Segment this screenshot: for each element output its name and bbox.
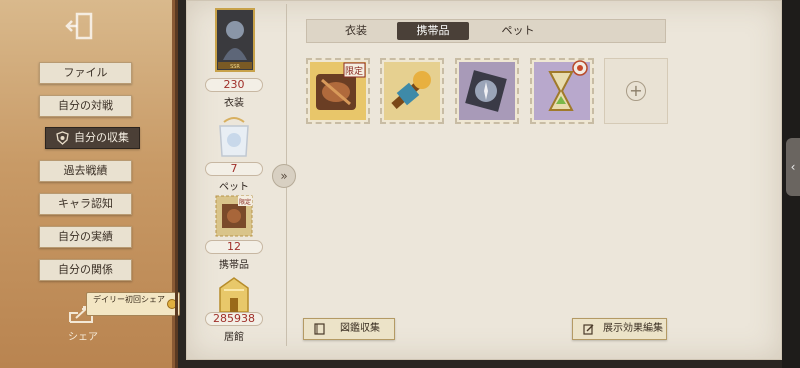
double-chevron-right-icon: » [280, 169, 288, 183]
plus-icon: + [626, 81, 646, 101]
costume-label: 衣装 [224, 98, 244, 109]
hourglass-accessory-image [534, 60, 590, 120]
edit-icon [583, 324, 594, 335]
residence-count: 285938 [205, 312, 263, 326]
sidebar-item-my-achievements[interactable]: 自分の実績 [39, 226, 132, 248]
drum-accessory-image: 限定 [310, 62, 366, 120]
item-slot-3[interactable] [455, 58, 519, 124]
carry-item-image[interactable]: 限定 [214, 194, 254, 238]
item-slot-2[interactable] [380, 58, 444, 124]
pet-image[interactable] [214, 116, 254, 160]
tab-pet[interactable]: ペット [482, 22, 554, 40]
limited-badge: 限定 [345, 65, 363, 77]
expand-arrows-button[interactable]: » [272, 164, 296, 188]
exit-icon[interactable] [63, 11, 99, 41]
lantern-accessory-image [384, 62, 440, 120]
carry-badge: 限定 [239, 198, 251, 206]
tab-costume[interactable]: 衣装 [320, 22, 392, 40]
book-icon [314, 323, 325, 335]
costume-card-caption: SSR [230, 64, 240, 70]
tab-bar: 衣装 携帯品 ペット [306, 19, 666, 43]
sidebar-item-my-relations[interactable]: 自分の関係 [39, 259, 132, 281]
add-item-slot[interactable]: + [604, 58, 668, 124]
costume-card-image[interactable]: SSR [215, 8, 255, 72]
carry-count: 12 [205, 240, 263, 254]
stats-column: SSR 230 衣装 7 ペット 限定 12 携帯品 285938 居館 [199, 6, 269, 351]
shield-icon [56, 131, 69, 145]
pet-count: 7 [205, 162, 263, 176]
daily-share-tooltip: デイリー初回シェア [86, 292, 180, 316]
sidebar-item-past-records[interactable]: 過去戦績 [39, 160, 132, 182]
carry-label: 携帯品 [219, 260, 249, 271]
side-drawer-handle[interactable]: ‹ [786, 138, 800, 196]
edit-display-effect-button[interactable]: 展示効果編集 [572, 318, 667, 340]
sidebar-item-my-matches[interactable]: 自分の対戦 [39, 95, 132, 117]
sidebar-item-character-recognition[interactable]: キャラ認知 [39, 193, 132, 215]
share-label: シェア [68, 332, 98, 343]
costume-count: 230 [205, 78, 263, 92]
sidebar-item-file[interactable]: ファイル [39, 62, 132, 84]
pet-label: ペット [219, 182, 249, 193]
collection-button[interactable]: 図鑑収集 [303, 318, 395, 340]
compass-accessory-image [459, 62, 515, 120]
sidebar: ファイル 自分の対戦 自分の収集 過去戦績 キャラ認知 自分の実績 自分の関係 … [0, 0, 180, 368]
chevron-left-icon: ‹ [790, 160, 796, 174]
item-slot-1[interactable]: 限定 [306, 58, 370, 124]
tab-carry-items[interactable]: 携帯品 [397, 22, 469, 40]
sidebar-item-my-collection[interactable]: 自分の収集 [45, 127, 140, 149]
gear-icon [167, 299, 177, 309]
item-slot-4[interactable] [530, 58, 594, 124]
residence-label: 居館 [224, 332, 244, 343]
